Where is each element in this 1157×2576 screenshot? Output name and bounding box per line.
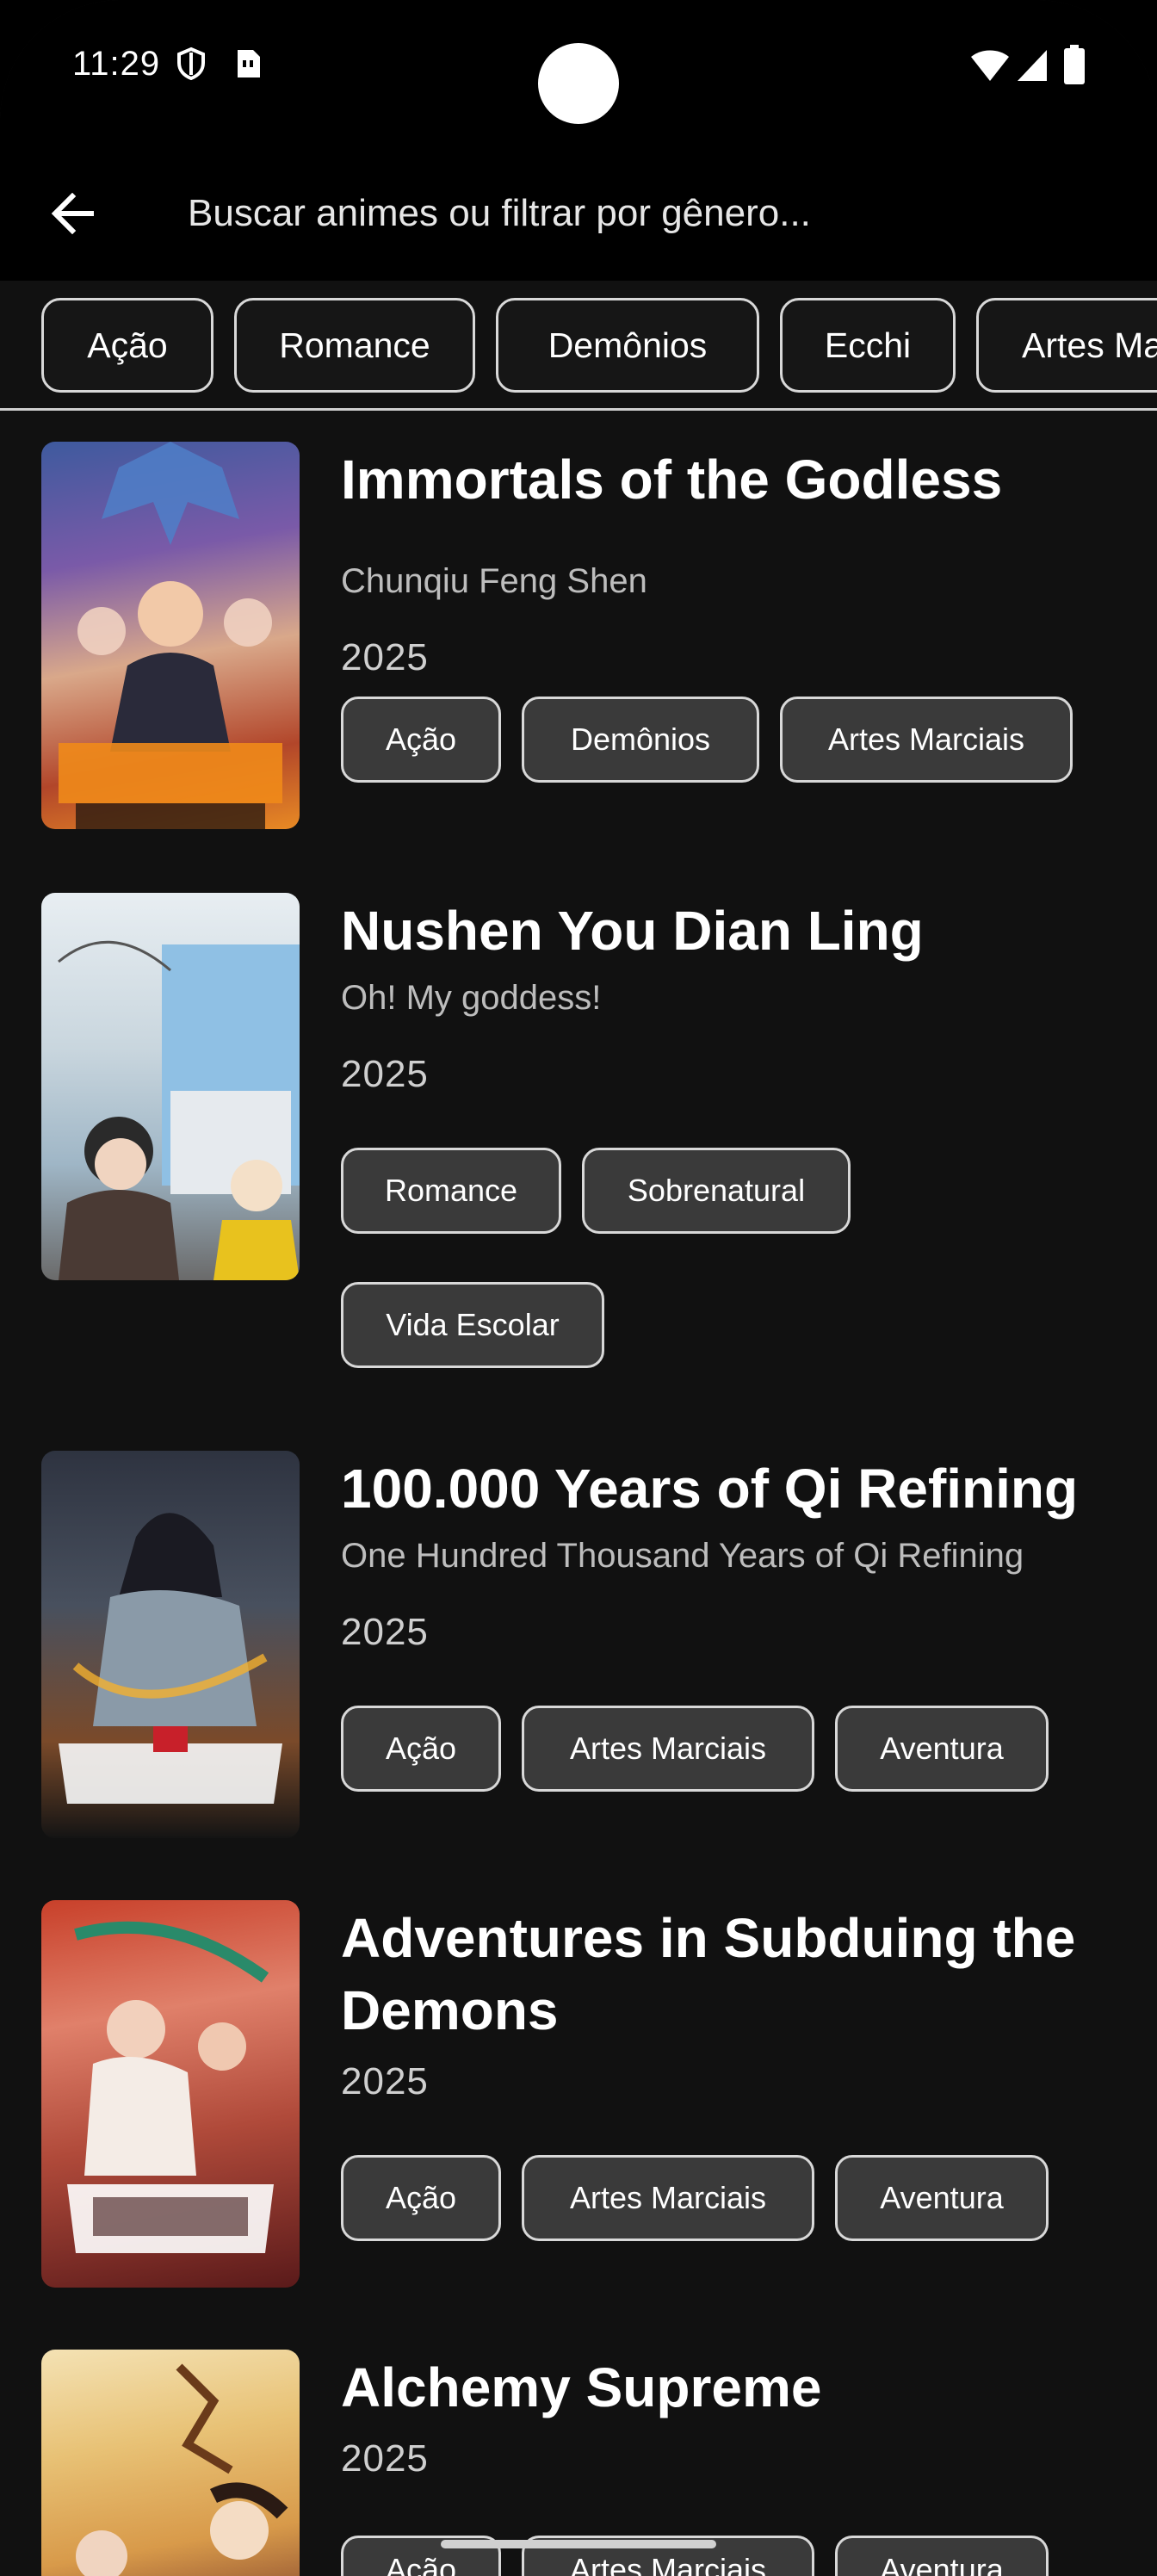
genre-tag[interactable]: Aventura: [835, 2536, 1049, 2576]
anime-alt-title: One Hundred Thousand Years of Qi Refinin…: [341, 1537, 1024, 1575]
anime-title: Immortals of the Godless: [341, 449, 1003, 511]
genre-tag[interactable]: Artes Marciais: [780, 697, 1073, 783]
genre-tag[interactable]: Sobrenatural: [582, 1148, 851, 1234]
anime-year: 2025: [341, 2060, 429, 2102]
anime-poster: [41, 2350, 300, 2576]
anime-title: 100.000 Years of Qi Refining: [341, 1458, 1079, 1520]
anime-title: Adventures in Subduing the Demons: [341, 1907, 1076, 2041]
genre-tag[interactable]: Aventura: [835, 1706, 1049, 1792]
genre-tag[interactable]: Aventura: [835, 2155, 1049, 2241]
sim-card-icon: [238, 50, 260, 77]
genre-tag[interactable]: Ação: [341, 1706, 501, 1792]
search-app-bar: [0, 146, 1157, 281]
genre-tag[interactable]: Artes Marciais: [522, 1706, 814, 1792]
anime-poster: [41, 1900, 300, 2288]
anime-year: 2025: [341, 1611, 429, 1653]
genre-chip[interactable]: Artes Marciais: [976, 298, 1157, 393]
anime-year: 2025: [341, 2437, 429, 2480]
signal-icon: [1018, 50, 1047, 81]
genre-chip[interactable]: Demônios: [496, 298, 759, 393]
genre-chip[interactable]: Ação: [41, 298, 213, 393]
back-button[interactable]: [38, 179, 107, 248]
genre-tag[interactable]: Romance: [341, 1148, 561, 1234]
anime-alt-title: Oh! My goddess!: [341, 979, 602, 1017]
genre-chip[interactable]: Ecchi: [780, 298, 956, 393]
arrow-back-icon: [51, 193, 94, 234]
status-bar: 11:29: [0, 0, 1157, 146]
anime-title: Nushen You Dian Ling: [341, 900, 924, 962]
genre-tag[interactable]: Ação: [341, 697, 501, 783]
battery-icon: [1064, 45, 1085, 84]
anime-alt-title: Chunqiu Feng Shen: [341, 562, 647, 600]
phone-screen: 11:29 Ação Romance: [0, 0, 1157, 2576]
wifi-icon: [971, 50, 1009, 81]
home-indicator[interactable]: [441, 2540, 716, 2548]
front-camera: [538, 43, 619, 124]
genre-tag[interactable]: Demônios: [522, 697, 759, 783]
shield-icon: [177, 46, 205, 81]
search-input[interactable]: [188, 181, 1100, 246]
anime-year: 2025: [341, 1053, 429, 1095]
anime-title: Alchemy Supreme: [341, 2356, 822, 2418]
anime-poster: [41, 893, 300, 1280]
genre-tag[interactable]: Vida Escolar: [341, 1282, 604, 1368]
anime-poster: [41, 442, 300, 829]
genre-tag[interactable]: Artes Marciais: [522, 2155, 814, 2241]
anime-poster: [41, 1451, 300, 1838]
genre-tag[interactable]: Ação: [341, 2155, 501, 2241]
genre-filter-row: Ação Romance Demônios Ecchi Artes Marcia…: [0, 281, 1157, 411]
anime-year: 2025: [341, 636, 429, 678]
genre-chip[interactable]: Romance: [234, 298, 475, 393]
status-time: 11:29: [72, 45, 161, 83]
